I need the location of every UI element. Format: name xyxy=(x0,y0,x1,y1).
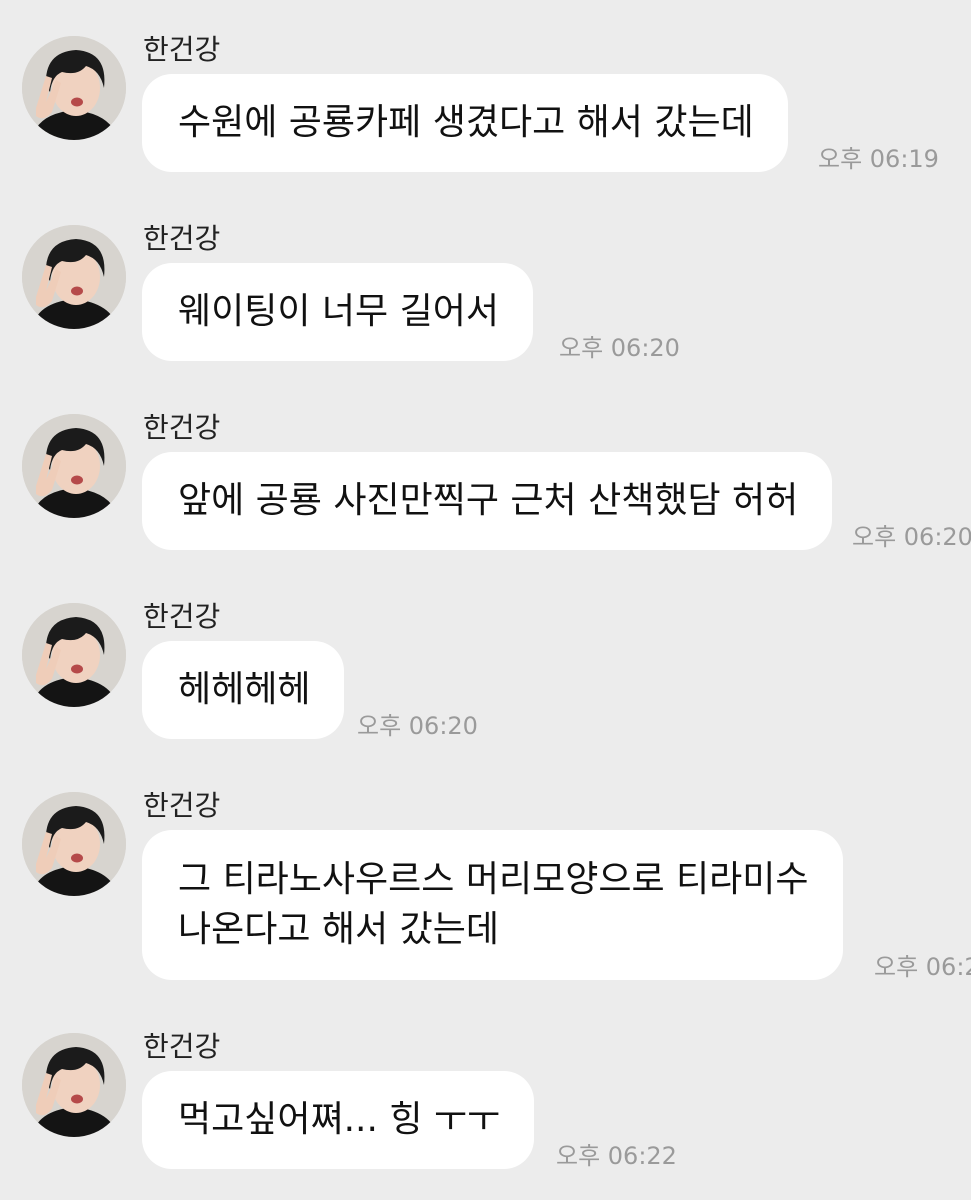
timestamp: 오후 06:19 xyxy=(818,145,939,173)
sender-name: 한건강 xyxy=(143,789,221,822)
message-text: 먹고싶어쪄... 힝 ㅜㅜ xyxy=(178,1099,501,1140)
sender-name: 한건강 xyxy=(143,1030,221,1063)
timestamp: 오후 06:22 xyxy=(556,1142,677,1170)
message-text: 나온다고 해서 갔는데 xyxy=(178,909,499,950)
avatar[interactable] xyxy=(22,36,126,140)
profile-photo-icon xyxy=(22,603,126,707)
profile-photo-icon xyxy=(22,414,126,518)
message-text: 그 티라노사우르스 머리모양으로 티라미수 xyxy=(178,859,809,900)
sender-name: 한건강 xyxy=(143,222,221,255)
message-text: 수원에 공룡카페 생겼다고 해서 갔는데 xyxy=(178,102,754,143)
avatar[interactable] xyxy=(22,1033,126,1137)
chat-view[interactable]: 한건강 수원에 공룡카페 생겼다고 해서 갔는데 오후 06:19 한건강 웨이… xyxy=(0,0,971,1200)
message-bubble[interactable]: 먹고싶어쪄... 힝 ㅜㅜ xyxy=(142,1071,535,1169)
profile-photo-icon xyxy=(22,792,126,896)
avatar[interactable] xyxy=(22,225,126,329)
timestamp: 오후 06:20 xyxy=(852,523,971,551)
sender-name: 한건강 xyxy=(143,411,221,444)
profile-photo-icon xyxy=(22,225,126,329)
avatar[interactable] xyxy=(22,792,126,896)
message-bubble[interactable]: 헤헤헤헤 xyxy=(142,641,345,739)
message-text: 웨이팅이 너무 길어서 xyxy=(178,291,499,332)
message-bubble[interactable]: 그 티라노사우르스 머리모양으로 티라미수 나온다고 해서 갔는데 xyxy=(142,830,843,980)
avatar[interactable] xyxy=(22,414,126,518)
message-bubble[interactable]: 앞에 공룡 사진만찍구 근처 산책했담 허허 xyxy=(142,452,833,550)
message-text: 앞에 공룡 사진만찍구 근처 산책했담 허허 xyxy=(178,480,799,521)
timestamp: 오후 06:20 xyxy=(357,712,478,740)
message-bubble[interactable]: 웨이팅이 너무 길어서 xyxy=(142,263,533,361)
timestamp: 오후 06:20 xyxy=(559,334,680,362)
message-bubble[interactable]: 수원에 공룡카페 생겼다고 해서 갔는데 xyxy=(142,74,788,172)
sender-name: 한건강 xyxy=(143,600,221,633)
message-text: 헤헤헤헤 xyxy=(178,669,311,710)
timestamp: 오후 06:21 xyxy=(874,953,971,981)
avatar[interactable] xyxy=(22,603,126,707)
sender-name: 한건강 xyxy=(143,33,221,66)
profile-photo-icon xyxy=(22,1033,126,1137)
profile-photo-icon xyxy=(22,36,126,140)
